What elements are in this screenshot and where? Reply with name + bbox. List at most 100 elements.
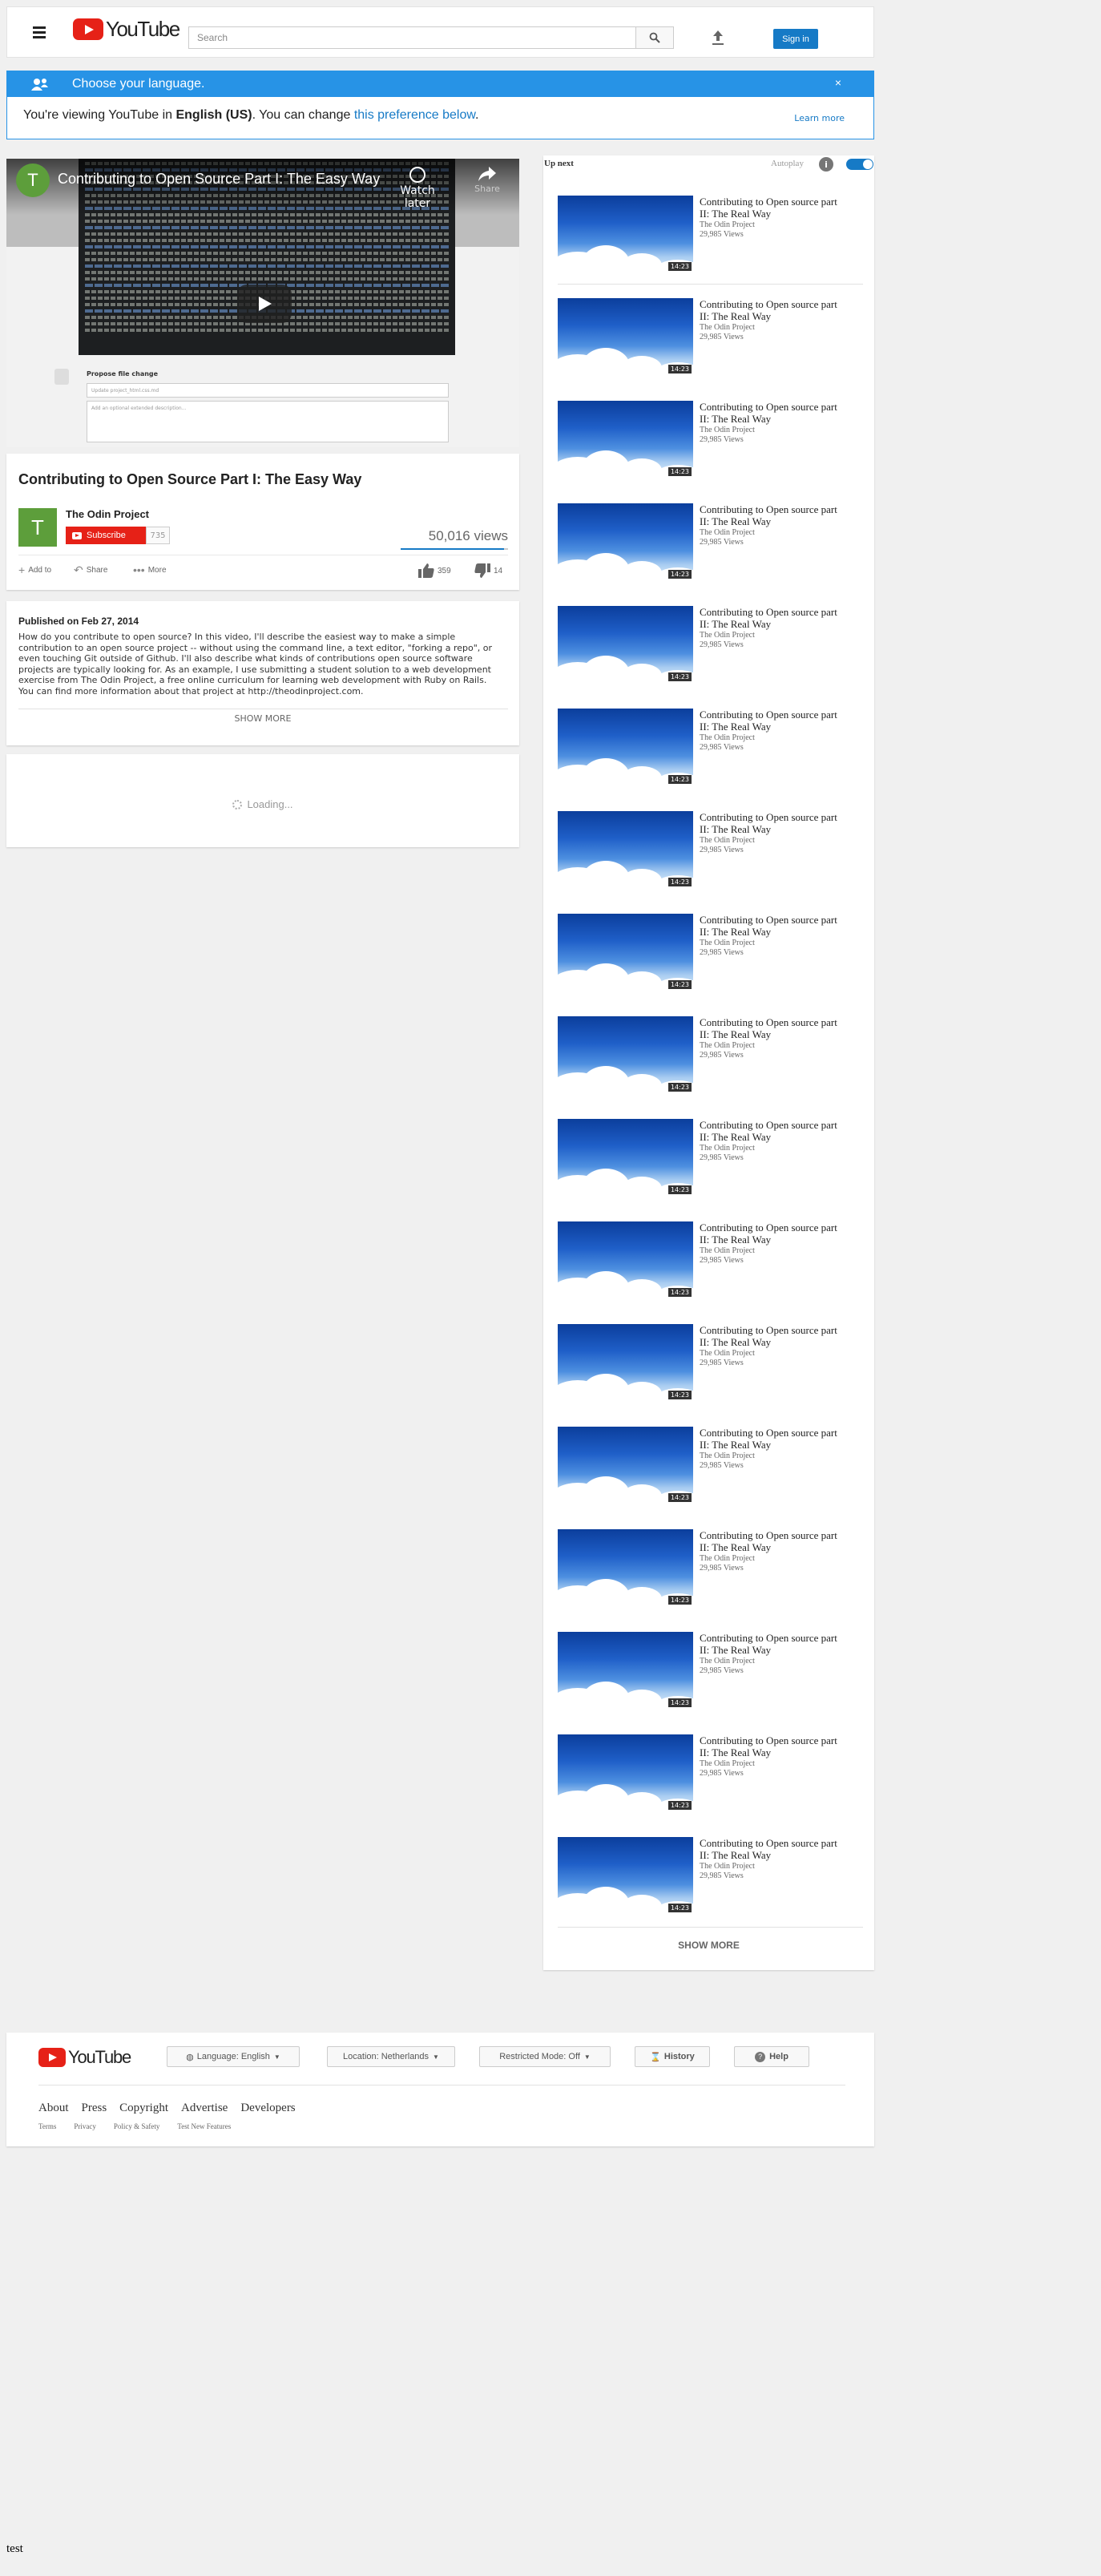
video-title[interactable]: Contributing to Open source part II: The… xyxy=(700,1529,840,1553)
video-title[interactable]: Contributing to Open source part II: The… xyxy=(700,914,840,938)
up-next-video-item[interactable]: 14:23 Contributing to Open source part II… xyxy=(558,401,862,479)
footer-link-about[interactable]: About xyxy=(38,2102,69,2115)
play-button[interactable] xyxy=(237,285,292,323)
up-next-video-item[interactable]: 14:23 Contributing to Open source part II… xyxy=(558,1529,862,1608)
hourglass-icon: ⌛ xyxy=(650,2052,661,2062)
video-title[interactable]: Contributing to Open source part II: The… xyxy=(700,1119,840,1143)
video-title[interactable]: Contributing to Open source part II: The… xyxy=(700,401,840,425)
footer-link-advertise[interactable]: Advertise xyxy=(181,2102,228,2115)
video-title[interactable]: Contributing to Open source part II: The… xyxy=(700,1837,840,1861)
video-thumbnail[interactable]: 14:23 xyxy=(558,914,693,991)
up-next-video-item[interactable]: 14:23 Contributing to Open source part II… xyxy=(558,709,862,787)
up-next-video-item[interactable]: 14:23 Contributing to Open source part II… xyxy=(558,606,862,684)
video-title[interactable]: Contributing to Open source part II: The… xyxy=(700,298,840,322)
video-thumbnail[interactable]: 14:23 xyxy=(558,1016,693,1093)
up-next-video-item[interactable]: 14:23 Contributing to Open source part II… xyxy=(558,1221,862,1300)
footer-link-terms[interactable]: Terms xyxy=(38,2122,56,2130)
video-thumbnail[interactable]: 14:23 xyxy=(558,1837,693,1914)
video-channel: The Odin Project xyxy=(700,220,755,229)
video-thumbnail[interactable]: 14:23 xyxy=(558,1427,693,1504)
dislike-button[interactable]: 14 xyxy=(474,563,502,578)
video-title[interactable]: Contributing to Open source part II: The… xyxy=(700,1734,840,1758)
close-icon[interactable]: × xyxy=(835,76,841,89)
footer-link-developers[interactable]: Developers xyxy=(240,2102,295,2115)
video-thumbnail[interactable]: 14:23 xyxy=(558,503,693,580)
info-icon[interactable]: i xyxy=(819,157,833,172)
video-title[interactable]: Contributing to Open source part II: The… xyxy=(700,709,840,733)
footer-link-test-new-features[interactable]: Test New Features xyxy=(177,2122,231,2130)
video-thumbnail[interactable]: 14:23 xyxy=(558,196,693,273)
subscriber-count: 735 xyxy=(146,527,170,544)
video-title[interactable]: Contributing to Open source part II: The… xyxy=(700,196,840,220)
video-title[interactable]: Contributing to Open source part II: The… xyxy=(700,811,840,835)
autoplay-toggle[interactable] xyxy=(846,159,873,170)
preference-link[interactable]: this preference below xyxy=(354,108,475,122)
watch-later-button[interactable]: Watch later xyxy=(389,167,446,210)
up-next-video-item[interactable]: 14:23 Contributing to Open source part II… xyxy=(558,914,862,992)
up-next-video-item[interactable]: 14:23 Contributing to Open source part II… xyxy=(558,1427,862,1505)
footer-link-privacy[interactable]: Privacy xyxy=(74,2122,96,2130)
video-channel: The Odin Project xyxy=(700,323,755,332)
location-picker-button[interactable]: Location: Netherlands ▼ xyxy=(327,2046,455,2067)
up-next-video-item[interactable]: 14:23 Contributing to Open source part II… xyxy=(558,1016,862,1095)
video-channel: The Odin Project xyxy=(700,733,755,742)
video-thumbnail[interactable]: 14:23 xyxy=(558,606,693,683)
up-next-video-item[interactable]: 14:23 Contributing to Open source part II… xyxy=(558,1734,862,1813)
video-thumbnail[interactable]: 14:23 xyxy=(558,1632,693,1709)
video-thumbnail[interactable]: 14:23 xyxy=(558,298,693,375)
channel-avatar[interactable]: T xyxy=(16,164,50,197)
video-thumbnail[interactable]: 14:23 xyxy=(558,1529,693,1606)
footer-logo[interactable]: YouTube xyxy=(38,2047,131,2068)
search-input[interactable]: Search xyxy=(188,26,635,49)
player-title[interactable]: Contributing to Open Source Part I: The … xyxy=(58,171,394,188)
up-next-video-item[interactable]: 14:23 Contributing to Open source part II… xyxy=(558,196,862,274)
video-thumbnail[interactable]: 14:23 xyxy=(558,811,693,888)
upload-button[interactable] xyxy=(708,28,728,47)
video-title[interactable]: Contributing to Open source part II: The… xyxy=(700,606,840,630)
share-button[interactable]: Share xyxy=(471,167,503,194)
search-button[interactable] xyxy=(635,26,674,49)
up-next-video-item[interactable]: 14:23 Contributing to Open source part II… xyxy=(558,1837,862,1916)
share-button[interactable]: ↶ Share xyxy=(74,563,107,577)
learn-more-link[interactable]: Learn more xyxy=(794,113,845,123)
like-button[interactable]: 359 xyxy=(418,563,451,578)
video-title[interactable]: Contributing to Open source part II: The… xyxy=(700,1324,840,1348)
footer-link-press[interactable]: Press xyxy=(82,2102,107,2115)
footer-link-copyright[interactable]: Copyright xyxy=(119,2102,168,2115)
restricted-mode-button[interactable]: Restricted Mode: Off ▼ xyxy=(479,2046,611,2067)
video-thumbnail[interactable]: 14:23 xyxy=(558,1734,693,1811)
sidebar-show-more-button[interactable]: SHOW MORE xyxy=(543,1940,874,1951)
show-more-button[interactable]: SHOW MORE xyxy=(6,713,519,724)
video-thumbnail[interactable]: 14:23 xyxy=(558,1221,693,1298)
up-next-video-item[interactable]: 14:23 Contributing to Open source part II… xyxy=(558,1324,862,1403)
video-title[interactable]: Contributing to Open source part II: The… xyxy=(700,1016,840,1040)
channel-name[interactable]: The Odin Project xyxy=(66,508,149,520)
history-button[interactable]: ⌛ History xyxy=(635,2046,710,2067)
video-title[interactable]: Contributing to Open source part II: The… xyxy=(700,503,840,527)
video-thumbnail[interactable]: 14:23 xyxy=(558,709,693,785)
up-next-video-item[interactable]: 14:23 Contributing to Open source part II… xyxy=(558,1119,862,1197)
add-to-button[interactable]: + Add to xyxy=(18,563,51,576)
channel-avatar[interactable]: T xyxy=(18,508,57,547)
footer-link-policy-safety[interactable]: Policy & Safety xyxy=(114,2122,160,2130)
video-duration: 14:23 xyxy=(667,467,692,476)
youtube-logo[interactable]: YouTube xyxy=(73,17,180,42)
up-next-video-item[interactable]: 14:23 Contributing to Open source part II… xyxy=(558,1632,862,1710)
video-player[interactable]: Propose file change Update project_html.… xyxy=(6,159,519,447)
language-picker-button[interactable]: ◍ Language: English ▼ xyxy=(167,2046,300,2067)
guide-menu-icon[interactable] xyxy=(33,26,46,38)
more-dots-icon: ••• xyxy=(133,563,145,576)
help-button[interactable]: ? Help xyxy=(734,2046,809,2067)
video-title[interactable]: Contributing to Open source part II: The… xyxy=(700,1221,840,1246)
more-button[interactable]: ••• More xyxy=(133,563,167,576)
video-thumbnail[interactable]: 14:23 xyxy=(558,1324,693,1401)
video-title[interactable]: Contributing to Open source part II: The… xyxy=(700,1632,840,1656)
subscribe-button[interactable]: Subscribe xyxy=(66,527,146,544)
up-next-video-item[interactable]: 14:23 Contributing to Open source part II… xyxy=(558,811,862,890)
video-thumbnail[interactable]: 14:23 xyxy=(558,401,693,478)
up-next-video-item[interactable]: 14:23 Contributing to Open source part II… xyxy=(558,503,862,582)
video-title[interactable]: Contributing to Open source part II: The… xyxy=(700,1427,840,1451)
sign-in-button[interactable]: Sign in xyxy=(773,29,818,49)
up-next-video-item[interactable]: 14:23 Contributing to Open source part II… xyxy=(558,298,862,377)
video-thumbnail[interactable]: 14:23 xyxy=(558,1119,693,1196)
